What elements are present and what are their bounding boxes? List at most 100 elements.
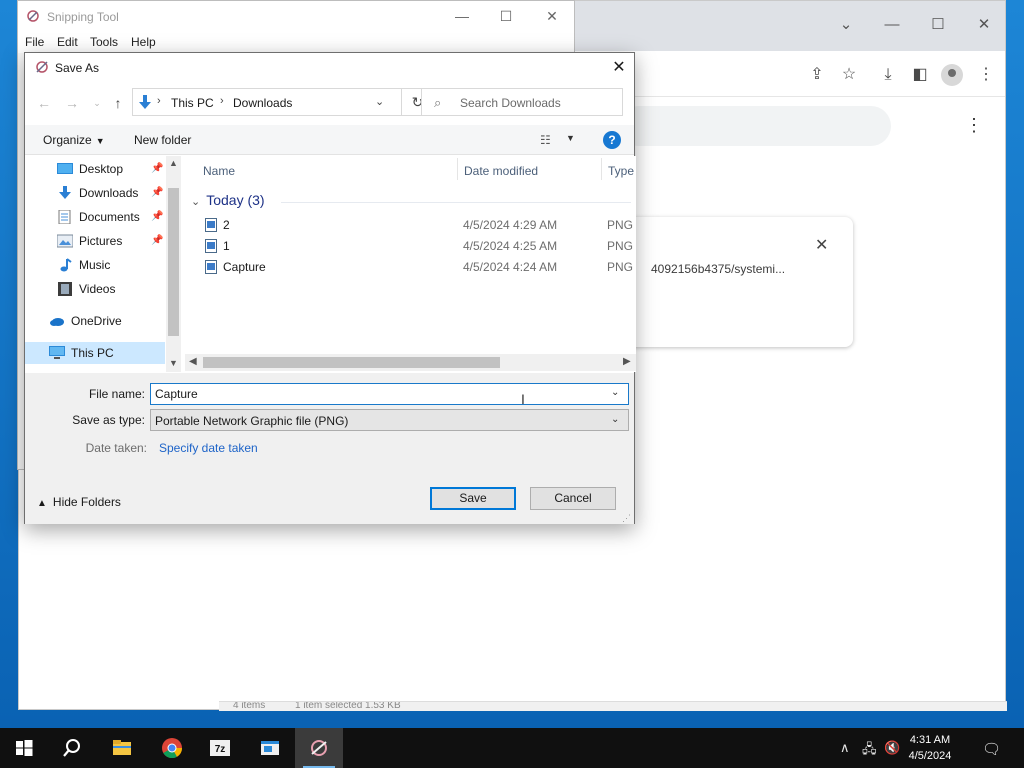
search-input[interactable]	[460, 96, 610, 110]
chrome-minimize-button[interactable]: —	[882, 15, 902, 35]
documents-icon	[58, 210, 71, 224]
page-menu-icon[interactable]: ⋮	[965, 115, 983, 135]
address-bar[interactable]: › This PC › Downloads ⌄ ↻	[132, 88, 432, 116]
column-divider[interactable]	[601, 158, 602, 180]
scroll-right-icon[interactable]: ▶	[623, 356, 631, 367]
taskbar-7zip[interactable]: 7z	[196, 728, 244, 768]
column-divider[interactable]	[457, 158, 458, 180]
start-button[interactable]	[0, 728, 48, 768]
close-button[interactable]: ✕	[542, 7, 562, 25]
snipping-tool-icon	[36, 61, 48, 73]
side-panel-icon[interactable]: ◧	[910, 65, 930, 85]
bookmark-star-icon[interactable]: ☆	[839, 65, 859, 85]
resize-grip-icon[interactable]: ⋰	[622, 513, 631, 524]
chrome-tab-search-icon[interactable]: ⌄	[836, 15, 856, 35]
taskbar: 7z ∧ 🖧 🔇 4:31 AM 4/5/2024 🗨	[0, 728, 1024, 768]
back-arrow-icon[interactable]: ←	[35, 94, 53, 112]
column-header-name[interactable]: Name	[203, 156, 235, 182]
breadcrumb-downloads[interactable]: Downloads	[233, 96, 292, 110]
dialog-titlebar: Save As ✕	[25, 53, 634, 83]
clock-time: 4:31 AM	[909, 734, 951, 746]
taskbar-file-explorer[interactable]	[98, 728, 146, 768]
taskbar-search-button[interactable]	[48, 728, 96, 768]
chrome-menu-icon[interactable]: ⋮	[976, 65, 996, 85]
network-icon[interactable]: 🖧	[862, 740, 877, 762]
horizontal-scrollbar[interactable]: ◀ ▶	[185, 354, 636, 371]
help-icon[interactable]: ?	[603, 131, 621, 149]
share-icon[interactable]: ⇪	[807, 65, 827, 85]
chrome-maximize-button[interactable]: ☐	[928, 15, 948, 35]
download-icon[interactable]: ⤓	[878, 65, 898, 85]
chevron-down-icon: ⌄	[191, 196, 201, 208]
chevron-down-icon[interactable]: ⌄	[375, 95, 391, 108]
nav-item-documents[interactable]: Documents 📌	[25, 206, 165, 228]
file-name-field[interactable]: ⌄	[150, 383, 629, 405]
nav-item-desktop[interactable]: Desktop 📌	[25, 158, 165, 180]
menu-help[interactable]: Help	[131, 35, 156, 49]
save-button[interactable]: Save	[430, 487, 516, 510]
view-options-icon[interactable]: ☷	[540, 133, 551, 147]
chrome-close-button[interactable]: ✕	[974, 15, 994, 35]
recent-locations-icon[interactable]: ⌄	[88, 94, 106, 112]
navigation-scrollbar[interactable]: ▲ ▼	[166, 156, 181, 372]
chevron-down-icon[interactable]: ⌄	[611, 414, 619, 425]
chevron-down-icon[interactable]: ⌄	[611, 387, 619, 398]
nav-item-music[interactable]: Music	[25, 254, 165, 276]
scroll-thumb[interactable]	[168, 188, 179, 336]
search-icon: ⌕	[434, 95, 442, 110]
search-box[interactable]: ⌕	[421, 88, 623, 116]
clock[interactable]: 4:31 AM 4/5/2024	[900, 732, 960, 764]
chevron-right-icon[interactable]: ›	[220, 95, 224, 107]
taskbar-snipping-tool[interactable]	[295, 728, 343, 768]
file-row[interactable]: Capture 4/5/2024 4:24 AM PNG	[185, 256, 636, 277]
nav-item-onedrive[interactable]: OneDrive	[25, 310, 165, 332]
group-header-label: Today (3)	[206, 192, 265, 208]
file-row[interactable]: 2 4/5/2024 4:29 AM PNG	[185, 214, 636, 235]
hide-folders-label: Hide Folders	[52, 495, 121, 509]
up-arrow-icon[interactable]: ↑	[109, 94, 127, 112]
group-header[interactable]: ⌄ Today (3)	[191, 192, 265, 208]
maximize-button[interactable]: ☐	[496, 7, 516, 25]
save-as-type-select[interactable]: Portable Network Graphic file (PNG) ⌄	[150, 409, 629, 431]
notifications-icon[interactable]: 🗨	[982, 740, 1001, 758]
show-hidden-icons-chevron-icon[interactable]: ∧	[840, 740, 850, 756]
menu-tools[interactable]: Tools	[90, 35, 118, 49]
chrome-page-search[interactable]	[619, 106, 891, 146]
caret-down-icon[interactable]: ▼	[566, 133, 575, 143]
file-row[interactable]: 1 4/5/2024 4:25 AM PNG	[185, 235, 636, 256]
scroll-thumb[interactable]	[203, 357, 500, 368]
close-icon[interactable]: ✕	[815, 235, 828, 255]
organize-button[interactable]: Organize ▼	[43, 133, 105, 147]
navigation-pane: Desktop 📌 Downloads 📌 Documents 📌 Pictur…	[25, 156, 181, 372]
nav-item-this-pc[interactable]: This PC	[25, 342, 165, 364]
minimize-button[interactable]: —	[452, 7, 472, 25]
cancel-button[interactable]: Cancel	[530, 487, 616, 510]
forward-arrow-icon[interactable]: →	[63, 94, 81, 112]
breadcrumb-this-pc[interactable]: This PC	[171, 96, 214, 110]
new-folder-button[interactable]: New folder	[134, 133, 191, 147]
profile-avatar-icon[interactable]	[941, 64, 963, 86]
videos-icon	[58, 282, 72, 296]
scroll-down-icon[interactable]: ▼	[169, 358, 178, 368]
menu-edit[interactable]: Edit	[57, 35, 78, 49]
chevron-right-icon: ›	[157, 95, 161, 107]
hide-folders-button[interactable]: ▲ Hide Folders	[37, 495, 121, 509]
scroll-left-icon[interactable]: ◀	[189, 356, 197, 367]
nav-item-downloads[interactable]: Downloads 📌	[25, 182, 165, 204]
nav-item-pictures[interactable]: Pictures 📌	[25, 230, 165, 252]
close-button[interactable]: ✕	[608, 57, 630, 79]
column-header-type[interactable]: Type	[608, 156, 634, 182]
menu-file[interactable]: File	[25, 35, 44, 49]
file-date: 4/5/2024 4:29 AM	[463, 218, 558, 232]
column-header-date-modified[interactable]: Date modified	[464, 156, 538, 182]
taskbar-chrome[interactable]	[148, 728, 196, 768]
file-name-input[interactable]	[155, 387, 595, 401]
file-type: PNG	[607, 218, 634, 232]
7zip-icon: 7z	[210, 740, 230, 756]
specify-date-taken-link[interactable]: Specify date taken	[159, 441, 258, 455]
scroll-up-icon[interactable]: ▲	[169, 158, 178, 168]
file-name: 1	[223, 239, 230, 253]
taskbar-app[interactable]	[246, 728, 294, 768]
volume-muted-icon[interactable]: 🔇	[884, 740, 900, 756]
nav-item-videos[interactable]: Videos	[25, 278, 165, 300]
